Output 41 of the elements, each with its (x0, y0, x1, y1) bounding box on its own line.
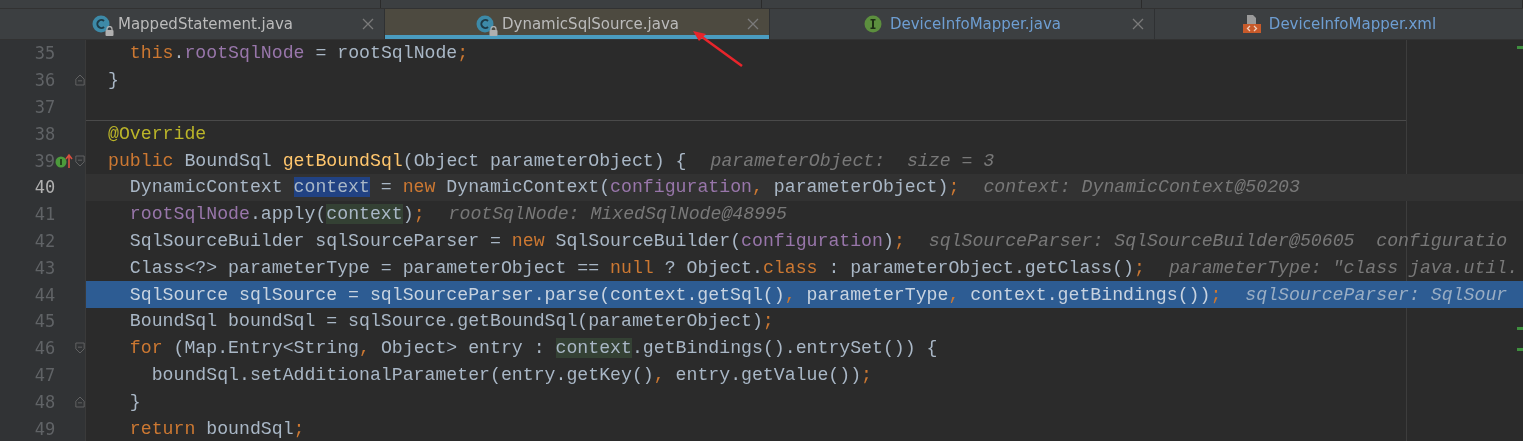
code-line: Class<?> parameterType = parameterObject == null ? Object.class : parameterObject.getClass(); (128, 257, 1145, 278)
code-line: } (128, 391, 141, 412)
inline-hint: parameterObject: size = 3 (710, 150, 995, 171)
code-line: this.rootSqlNode = rootSqlNode; (128, 43, 469, 64)
change-marker[interactable] (1517, 46, 1523, 49)
circle-arrow-icon[interactable] (55, 151, 75, 170)
fold-end-icon[interactable] (75, 73, 85, 88)
xml-file-icon (1241, 14, 1262, 34)
editor-tab[interactable]: MappedStatement.java (0, 9, 385, 39)
code-line: SqlSource sqlSource = sqlSourceParser.parse(context.getSql(), parameterType, context.getBindings()); (128, 284, 1222, 305)
close-icon[interactable] (1132, 18, 1144, 30)
inline-hint: sqlSourceParser: SqlSour (1245, 284, 1508, 305)
editor-tab[interactable]: DeviceInfoMapper.xml (1155, 9, 1523, 39)
code-line: BoundSql boundSql = sqlSource.getBoundSql(parameterObject); (128, 311, 774, 332)
code-line: boundSql.setAdditionalParameter(entry.getKey(), entry.getValue()); (150, 364, 873, 385)
fold-end-icon[interactable] (75, 394, 85, 409)
editor-tab[interactable]: DynamicSqlSource.java (385, 9, 770, 39)
code-line: for (Map.Entry<String, Object> entry : context.getBindings().entrySet()) { (128, 338, 938, 359)
code-line: return boundSql; (128, 418, 305, 439)
change-marker[interactable] (1517, 327, 1523, 330)
line-number: 40 (33, 177, 56, 198)
inline-hint: parameterType: "class java.util. (1168, 257, 1519, 278)
inline-hint: context: DynamicContext@50203 (983, 177, 1300, 198)
pointer-arrow (693, 31, 743, 67)
code-line: } (108, 70, 119, 91)
class-icon (90, 14, 111, 34)
inline-hint: rootSqlNode: MixedSqlNode@48995 (448, 204, 787, 225)
code-line: SqlSourceBuilder sqlSourceParser = new SqlSourceBuilder(configuration); (128, 230, 905, 251)
inline-hint: sqlSourceParser: SqlSourceBuilder@50605 configuratio (928, 230, 1508, 251)
code-line: rootSqlNode.apply(context); (128, 204, 425, 225)
interface-icon (862, 14, 883, 34)
close-icon[interactable] (362, 18, 374, 30)
change-marker[interactable] (1517, 348, 1523, 351)
code-line: public BoundSql getBoundSql(Object parameterObject) { (108, 150, 687, 171)
code-line: @Override (108, 124, 207, 145)
fold-icon[interactable] (75, 341, 85, 356)
close-icon[interactable] (747, 18, 759, 30)
editor-tab[interactable]: DeviceInfoMapper.java (770, 9, 1155, 39)
fold-icon[interactable] (75, 153, 85, 168)
class-icon (474, 14, 495, 34)
code-line: DynamicContext context = new DynamicContext(configuration, parameterObject); (128, 177, 960, 198)
